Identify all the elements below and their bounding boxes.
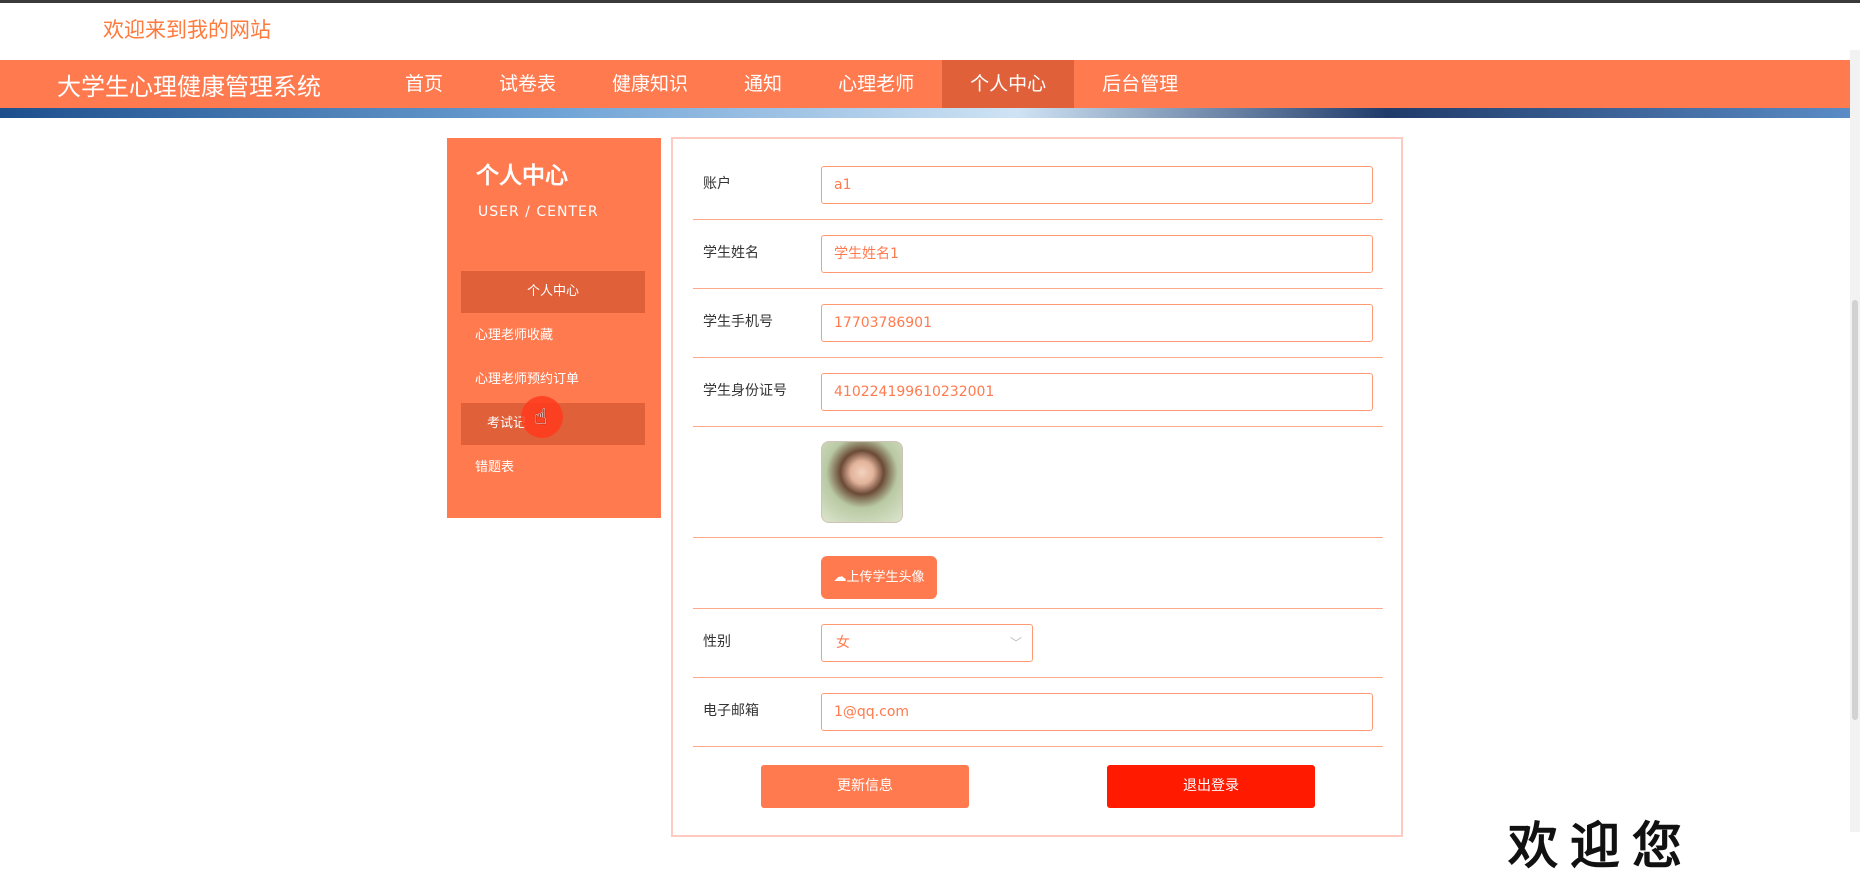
chevron-down-icon: ﹀ (1009, 636, 1022, 650)
email-label: 电子邮箱 (703, 703, 759, 719)
nav-item-user-center[interactable]: 个人中心 (942, 60, 1075, 108)
logout-button[interactable]: 退出登录 (1107, 765, 1315, 808)
id-number-label: 学生身份证号 (703, 383, 787, 399)
nav-item-counselors[interactable]: 心理老师 (810, 60, 942, 108)
sidebar-item-user-center[interactable]: 个人中心 (461, 271, 645, 313)
nav-item-admin[interactable]: 后台管理 (1074, 60, 1206, 108)
update-info-button[interactable]: 更新信息 (761, 765, 969, 808)
nav-item-home[interactable]: 首页 (377, 60, 471, 108)
welcome-text: 欢迎来到我的网站 (103, 18, 271, 42)
form-row-id: 学生身份证号 410224199610232001 (693, 358, 1383, 427)
gender-label: 性别 (703, 634, 731, 650)
form-row-phone: 学生手机号 17703786901 (693, 289, 1383, 358)
account-label: 账户 (703, 176, 731, 192)
banner-strip (0, 108, 1850, 118)
nav-item-health-knowledge[interactable]: 健康知识 (584, 60, 716, 108)
email-input[interactable]: 1@qq.com (821, 693, 1373, 731)
site-brand[interactable]: 大学生心理健康管理系统 (57, 67, 377, 102)
profile-form: 账户 a1 学生姓名 学生姓名1 学生手机号 17703786901 学生身份证… (671, 137, 1403, 837)
gender-select[interactable]: 女 ﹀ (821, 624, 1033, 662)
account-input[interactable]: a1 (821, 166, 1373, 204)
sidebar-item-counselor-favorites[interactable]: 心理老师收藏 (461, 315, 645, 357)
nav-item-exam-papers[interactable]: 试卷表 (471, 60, 584, 108)
user-center-sidebar: 个人中心 USER / CENTER 个人中心 心理老师收藏 心理老师预约订单 … (447, 138, 661, 518)
nav-item-notices[interactable]: 通知 (716, 60, 810, 108)
form-row-avatar (693, 427, 1383, 538)
scrollbar-thumb[interactable] (1852, 300, 1858, 720)
window-top-border (0, 0, 1860, 3)
cloud-upload-icon: ☁ (833, 570, 847, 585)
sidebar-item-wrong-questions[interactable]: 错题表 (461, 447, 645, 489)
main-nav: 大学生心理健康管理系统 首页 试卷表 健康知识 通知 心理老师 个人中心 后台管… (0, 60, 1850, 108)
student-avatar (821, 441, 903, 523)
footer-banner-text: 欢迎您 (1508, 817, 1694, 875)
form-row-email: 电子邮箱 1@qq.com (693, 678, 1383, 747)
phone-label: 学生手机号 (703, 314, 773, 330)
id-number-input[interactable]: 410224199610232001 (821, 373, 1373, 411)
upload-avatar-button[interactable]: ☁上传学生头像 (821, 556, 937, 599)
gender-select-value: 女 (836, 635, 850, 651)
form-row-gender: 性别 女 ﹀ (693, 609, 1383, 678)
hand-cursor-icon: ☝ (534, 405, 548, 430)
form-row-upload: ☁上传学生头像 (693, 538, 1383, 609)
form-row-name: 学生姓名 学生姓名1 (693, 220, 1383, 289)
form-row-account: 账户 a1 (693, 151, 1383, 220)
sidebar-item-counselor-bookings[interactable]: 心理老师预约订单 (461, 359, 645, 401)
name-input[interactable]: 学生姓名1 (821, 235, 1373, 273)
phone-input[interactable]: 17703786901 (821, 304, 1373, 342)
upload-avatar-label: 上传学生头像 (846, 570, 925, 585)
page-scrollbar[interactable] (1850, 50, 1860, 832)
sidebar-title: 个人中心 (476, 163, 568, 189)
name-label: 学生姓名 (703, 245, 759, 261)
sidebar-subtitle: USER / CENTER (478, 204, 599, 220)
